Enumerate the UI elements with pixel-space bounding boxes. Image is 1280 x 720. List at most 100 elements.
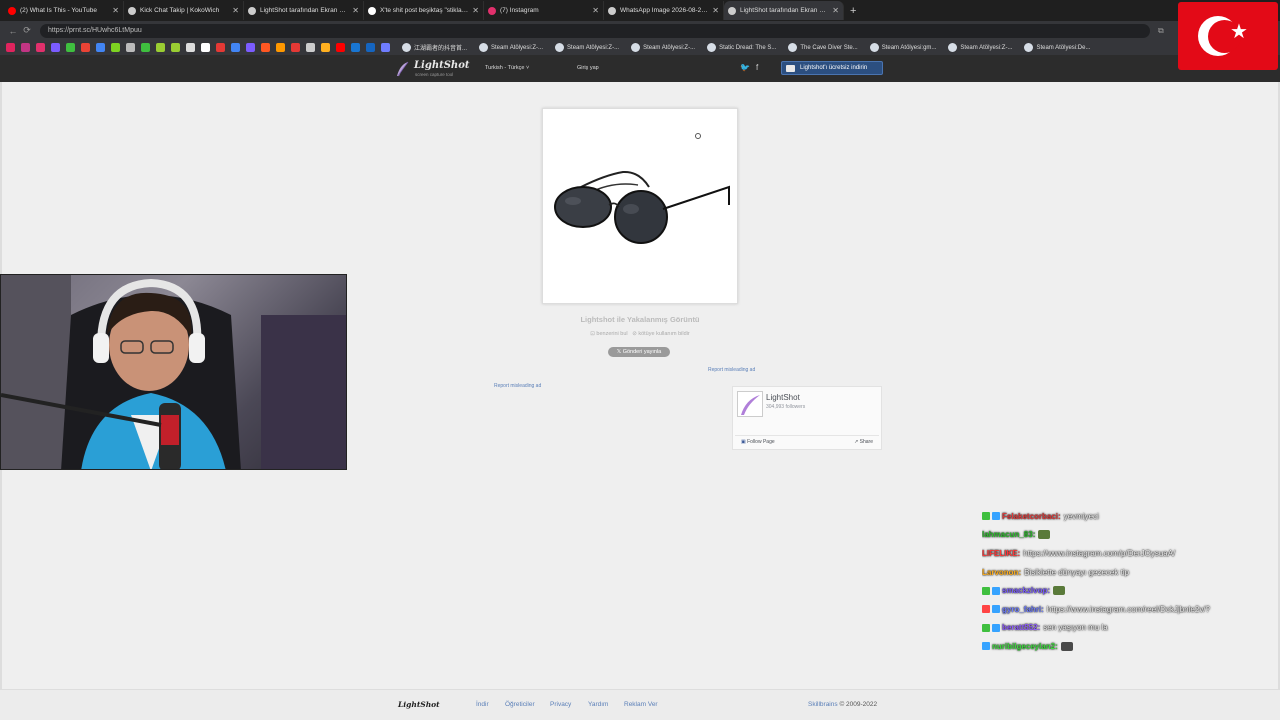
bookmark-icon[interactable] [66,43,75,52]
bookmark-item[interactable]: Steam Atölyesi:De... [1024,43,1090,52]
search-similar-link[interactable]: ⊡ benzerini bul [590,331,627,337]
browser-tab[interactable]: (7) Instagram ✕ [484,1,604,20]
share-button[interactable]: ↗ Share [854,439,873,445]
page-avatar[interactable] [737,391,763,417]
report-abuse-label: kötüye kullanım bildir [638,331,690,337]
bookmark-icon[interactable] [216,43,225,52]
close-tab-icon[interactable]: ✕ [112,6,119,15]
bookmark-icon[interactable] [201,43,210,52]
bookmark-favicon-icon [707,43,717,52]
twitter-icon[interactable]: 🐦 [740,63,750,72]
bookmark-icon[interactable] [6,43,15,52]
bookmark-favicon-icon [948,43,958,52]
bookmark-item[interactable]: Steam Atölyesi:Z-... [631,43,695,52]
browser-tab[interactable]: WhatsApp Image 2026-08-28 at 0 ✕ [604,1,724,20]
back-icon[interactable]: ← [6,26,20,36]
language-selector[interactable]: Turkish - Türkçe ˅ [485,65,529,71]
bookmark-icon[interactable] [261,43,270,52]
close-tab-icon[interactable]: ✕ [832,6,839,15]
browser-tab-bar: (2) What Is This - YouTube ✕ Kick Chat Tak… [0,0,1280,21]
follow-page-button[interactable]: ▣ Follow Page [741,439,775,445]
close-tab-icon[interactable]: ✕ [232,6,239,15]
extensions-icon[interactable]: ⧉ [1158,26,1164,36]
close-tab-icon[interactable]: ✕ [592,6,599,15]
bookmark-icon[interactable] [156,43,165,52]
image-caption: Lightshot ile Yakalanmış Görüntü [580,315,700,324]
bookmark-icon[interactable] [336,43,345,52]
facebook-icon[interactable]: f [756,63,758,72]
logo-text: LightShot [414,60,470,71]
chat-message: Larvonon: Bisiklette dünyayı gezecek tip [982,563,1278,582]
lightshot-logo[interactable]: LightShot screen capture tool [396,60,470,78]
chat-badge-icon [982,512,990,521]
bookmark-icon[interactable] [96,43,105,52]
report-ad-link[interactable]: Report misleading ad [708,367,755,373]
share-label: Share [859,439,873,445]
bookmark-favicon-icon [869,43,879,52]
lightshot-header: LightShot screen capture tool Turkish - … [0,55,1280,82]
language-label: Turkish - Türkçe [485,65,525,71]
bookmark-icon[interactable] [291,43,300,52]
chat-emote-icon [1038,530,1051,540]
screenshot-image[interactable] [542,108,738,304]
bookmark-icon[interactable] [126,43,135,52]
bookmark-icon[interactable] [231,43,240,52]
bookmark-icon[interactable] [171,43,180,52]
url-input[interactable]: https://prnt.sc/HUwhc6LtMpuu [40,23,1150,38]
footer-logo[interactable]: LightShot [398,700,440,709]
chat-text: sen yaşıyon mu la [1043,623,1108,633]
browser-tab[interactable]: (2) What Is This - YouTube ✕ [4,1,124,20]
bookmark-icon[interactable] [51,43,60,52]
browser-tab[interactable]: LightShot tarafından Ekran Görünt ✕ [244,1,364,20]
bookmark-icon[interactable] [246,43,255,52]
bookmark-icon[interactable] [321,43,330,52]
footer-link-download[interactable]: İndir [476,701,489,708]
bookmark-icon[interactable] [21,43,30,52]
bookmark-item[interactable]: The Cave Diver Ste... [788,43,858,52]
close-tab-icon[interactable]: ✕ [352,6,359,15]
bookmark-icon[interactable] [141,43,150,52]
bookmark-icon[interactable] [351,43,360,52]
browser-tab[interactable]: X'te shit post beşiktaş "stiklayın a ✕ [364,1,484,20]
footer-link-tutorials[interactable]: Öğreticiler [505,701,535,708]
browser-tab[interactable]: Kick Chat Takip | KokoWich ✕ [124,1,244,20]
search-similar-label: benzerini bul [596,331,628,337]
reload-icon[interactable]: ⟳ [20,25,34,36]
bookmark-icon[interactable] [81,43,90,52]
fb-page-name[interactable]: LightShot [766,393,800,402]
bookmark-item[interactable]: Steam Atölyesi:Z-... [948,43,1012,52]
bookmark-icon[interactable] [306,43,315,52]
tab-title: LightShot tarafından Ekran Görünt [740,7,830,14]
download-button[interactable]: Lightshot'ı ücretsiz indirin [781,61,883,75]
close-tab-icon[interactable]: ✕ [472,6,479,15]
tweet-button[interactable]: 𝕏 Gönderi yayınla [608,347,670,357]
bookmark-icon[interactable] [276,43,285,52]
bookmark-item[interactable]: Steam Atölyesi:Z-... [555,43,619,52]
footer-link-advertise[interactable]: Reklam Ver [624,701,658,708]
footer-link-privacy[interactable]: Privacy [550,701,571,708]
new-tab-icon[interactable]: + [850,5,856,17]
login-link[interactable]: Giriş yap [577,65,599,71]
facebook-icon: ▣ [741,439,746,445]
bookmark-item[interactable]: Static Dread: The S... [707,43,776,52]
tweet-label: Gönderi yayınla [622,349,662,355]
bookmark-item[interactable]: Steam Atölyesi:gm... [869,43,936,52]
bookmark-label: Steam Atölyesi:Z-... [643,44,696,51]
bookmark-icon[interactable] [381,43,390,52]
footer-link-help[interactable]: Yardım [588,701,608,708]
footer-copyright: Skillbrains © 2009-2022 [808,701,877,708]
bookmark-item[interactable]: Steam Atölyesi:Z-... [479,43,543,52]
bookmark-item[interactable]: 江湖霸者的抖音首... [402,43,467,52]
company-link[interactable]: Skillbrains [808,701,838,708]
bookmark-icon[interactable] [186,43,195,52]
close-tab-icon[interactable]: ✕ [712,6,719,15]
chat-username: nuribilgeceylan2: [992,641,1058,651]
bookmark-icon[interactable] [111,43,120,52]
bookmark-icon[interactable] [36,43,45,52]
chat-badge-icon [982,605,990,614]
browser-tab[interactable]: LightShot tarafından Ekran Görünt ✕ [724,1,844,20]
bookmark-icon[interactable] [366,43,375,52]
chevron-down-icon: ˅ [525,65,530,71]
report-ad-link[interactable]: Report misleading ad [494,383,541,389]
report-abuse-link[interactable]: ⊘ kötüye kullanım bildir [632,331,690,337]
